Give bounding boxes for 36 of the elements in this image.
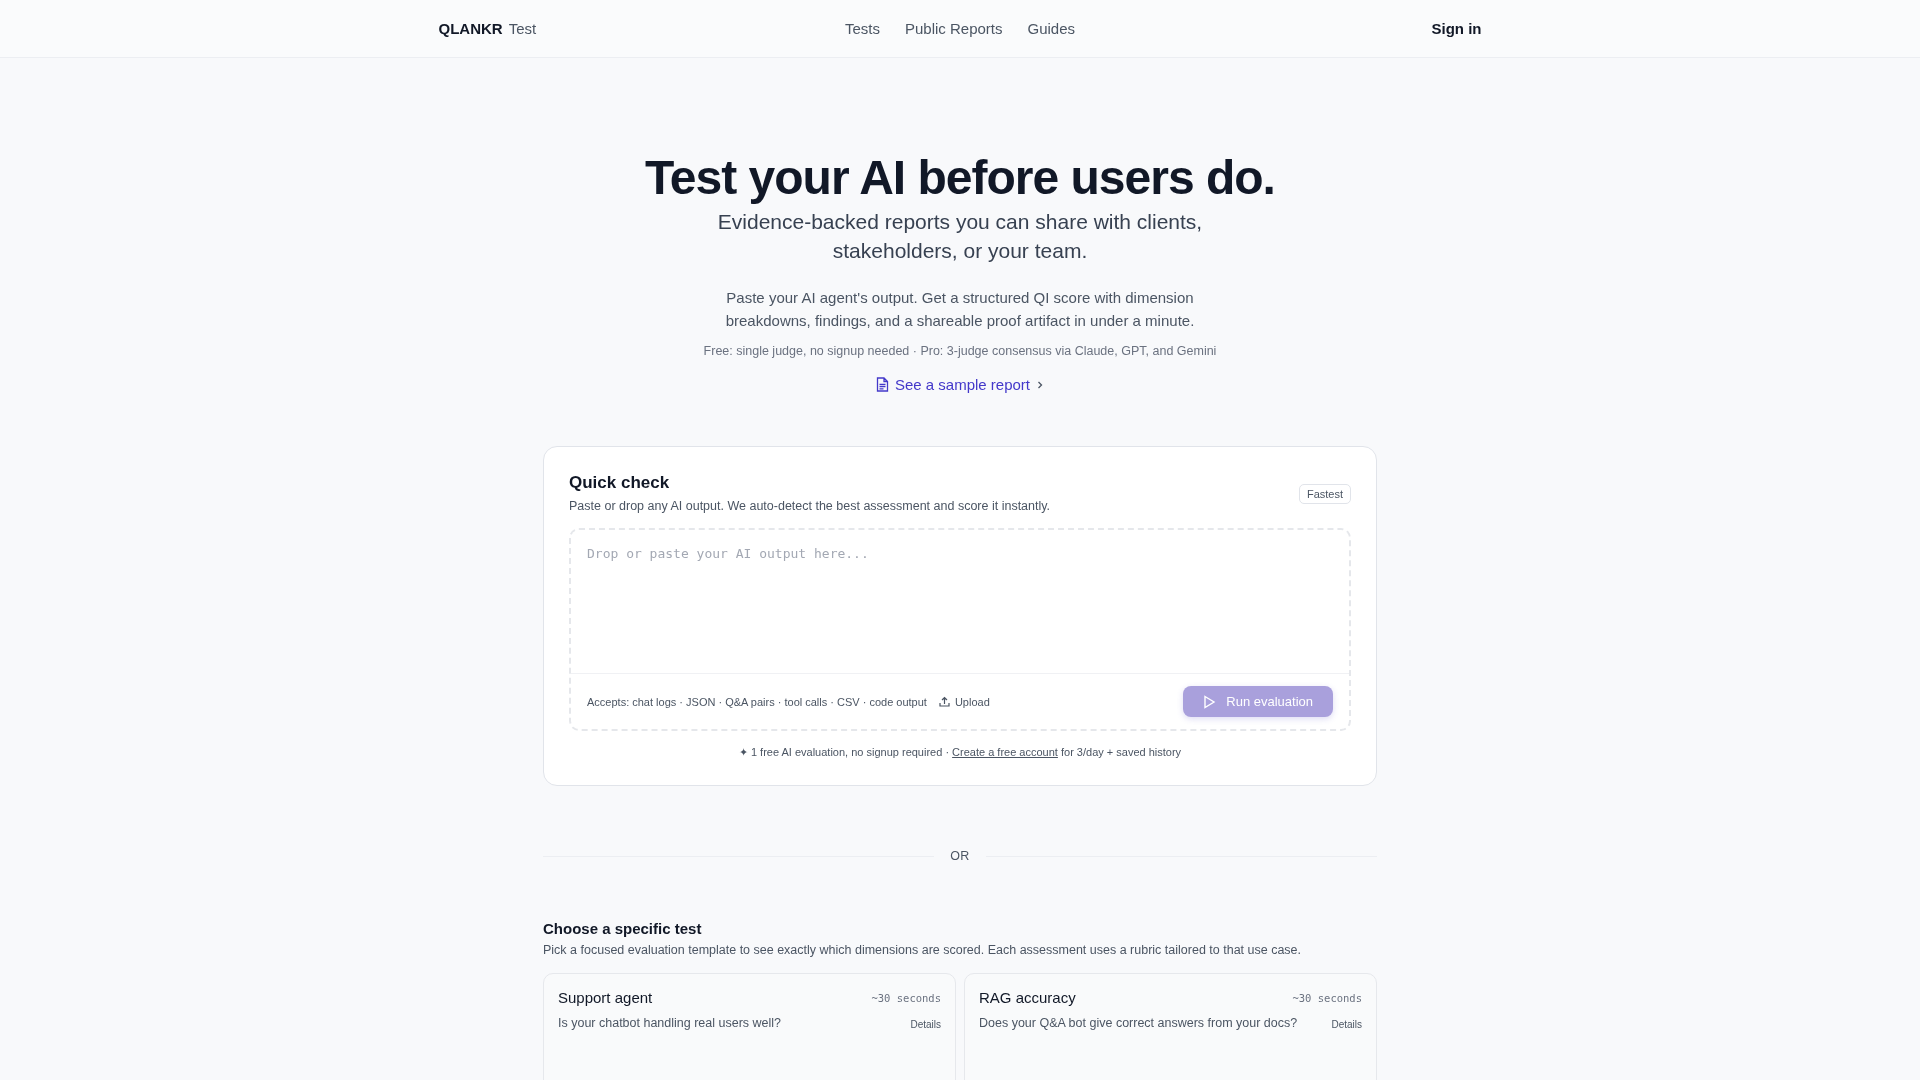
duration-label: ~30 seconds <box>871 991 941 1004</box>
hero-description: Paste your AI agent's output. Get a structured QI score with dimension breakdowns, findings, and a shareable proof artifact in under a minute. <box>725 288 1195 332</box>
test-title: Support agent <box>558 989 653 1007</box>
upload-button[interactable]: Upload <box>938 695 990 708</box>
test-title: RAG accuracy <box>979 989 1076 1007</box>
test-card[interactable]: Support agent ~30 seconds Is your chatbot handling real users well? Details <box>543 973 956 1080</box>
free-usage-note: ✦ 1 free AI evaluation, no signup required · Create a free account for 3/day + saved history <box>737 746 1183 760</box>
section-description: Pick a focused evaluation template to see exactly which dimensions are scored. Each assessment uses a rubric tailored to that use case. <box>543 943 1303 958</box>
test-card[interactable]: RAG accuracy ~30 seconds Does your Q&A bot give correct answers from your docs? Details <box>964 973 1377 1080</box>
upload-icon <box>938 696 950 708</box>
nav-link[interactable]: Guides <box>1027 20 1076 37</box>
plan-note: Free: single judge, no signup needed · Pro: 3-judge consensus via Claude, GPT, and Gemini <box>703 344 1217 359</box>
card-title: Quick check <box>569 473 671 494</box>
hero-subtitle: Evidence-backed reports you can share with clients, stakeholders, or your team. <box>716 209 1204 265</box>
chevron-right-icon <box>1036 379 1045 390</box>
sample-report-link[interactable]: See a sample report <box>875 376 1045 394</box>
output-input-field[interactable]: Drop or paste your AI output here... <box>571 530 1349 675</box>
play-icon <box>1203 694 1217 709</box>
test-question: Is your chatbot handling real users well? <box>558 1016 782 1031</box>
details-link[interactable]: Details <box>1331 1018 1362 1030</box>
duration-label: ~30 seconds <box>1292 991 1362 1004</box>
logo-text[interactable]: QLANKR <box>438 20 503 37</box>
fastest-tag: Fastest <box>1298 484 1351 505</box>
accepted-formats: Accepts: chat logs · JSON · Q&A pairs · tool calls · CSV · code output <box>587 695 927 708</box>
section-title: Choose a specific test <box>543 920 703 938</box>
nav-link[interactable]: Tests <box>844 20 880 37</box>
sign-in-link[interactable]: Sign in <box>1281 20 1482 37</box>
details-link[interactable]: Details <box>910 1018 941 1030</box>
test-question: Does your Q&A bot give correct answers from your docs? <box>979 1016 1298 1031</box>
card-description: Paste or drop any AI output. We auto-detect the best assessment and score it instantly. <box>569 499 1051 514</box>
or-divider-label: OR <box>950 849 970 864</box>
create-account-link[interactable]: Create a free account <box>952 746 1058 759</box>
hero-title: Test your AI before users do. <box>645 150 1275 206</box>
document-icon <box>875 377 889 393</box>
nav-link[interactable]: Public Reports <box>904 20 1003 37</box>
logo-suffix: Test <box>508 20 537 37</box>
